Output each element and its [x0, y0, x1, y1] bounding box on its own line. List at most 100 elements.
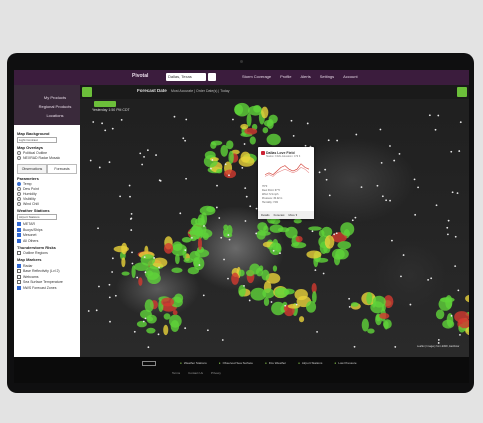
station-marker[interactable] [158, 266, 160, 269]
station-marker[interactable] [98, 285, 100, 288]
station-marker[interactable] [295, 303, 298, 306]
station-marker[interactable] [184, 249, 187, 252]
station-marker[interactable] [333, 233, 336, 236]
station-marker[interactable] [447, 219, 450, 222]
station-marker[interactable] [328, 194, 331, 197]
station-marker[interactable] [155, 154, 157, 156]
station-marker[interactable] [437, 342, 440, 344]
parameter-option[interactable]: Humidity [17, 192, 77, 196]
station-marker[interactable] [128, 184, 131, 187]
sidebar-item-my-products[interactable]: My Products [14, 95, 80, 100]
station-type-checkbox[interactable]: Mesonet [17, 233, 77, 237]
station-marker[interactable] [216, 184, 218, 187]
station-marker[interactable] [414, 213, 417, 216]
station-marker[interactable] [210, 167, 212, 170]
station-marker[interactable] [459, 333, 461, 336]
footer-terms-link[interactable]: Terms [172, 371, 180, 375]
station-marker[interactable] [435, 204, 438, 207]
station-marker[interactable] [179, 212, 182, 215]
popup-forecast-link[interactable]: Forecast [274, 213, 285, 217]
station-marker[interactable] [279, 252, 281, 255]
marker-checkbox[interactable]: Sea Surface Temperature [17, 280, 77, 284]
station-marker[interactable] [144, 271, 147, 274]
station-marker[interactable] [311, 230, 314, 233]
station-marker[interactable] [98, 166, 101, 169]
station-marker[interactable] [198, 264, 201, 266]
station-marker[interactable] [316, 331, 318, 333]
station-marker[interactable] [185, 118, 188, 121]
station-marker[interactable] [454, 235, 457, 238]
station-marker[interactable] [454, 265, 457, 268]
station-marker[interactable] [354, 216, 357, 219]
station-marker[interactable] [446, 233, 449, 236]
station-marker[interactable] [437, 339, 440, 341]
station-marker[interactable] [131, 251, 133, 254]
station-marker[interactable] [111, 257, 114, 260]
parameter-option[interactable]: Dew Point [17, 187, 77, 191]
station-marker[interactable] [139, 152, 142, 155]
station-marker[interactable] [272, 249, 275, 252]
marker-checkbox[interactable]: Base Reflectivity (Lvl 2) [17, 269, 77, 273]
station-marker[interactable] [360, 186, 363, 189]
station-marker[interactable] [434, 128, 437, 131]
station-marker[interactable] [324, 168, 327, 171]
station-marker[interactable] [355, 133, 358, 136]
nav-profile[interactable]: Profile [280, 74, 291, 79]
station-marker[interactable] [147, 346, 150, 349]
station-marker[interactable] [220, 236, 223, 239]
station-marker[interactable] [157, 333, 160, 336]
station-marker[interactable] [241, 167, 244, 169]
station-marker[interactable] [306, 122, 309, 125]
sidebar-item-locations[interactable]: Locations [14, 113, 80, 118]
parameter-option[interactable]: Visibility [17, 197, 77, 201]
overlay-option[interactable]: NEXRAD Radar Mosaic [17, 156, 77, 160]
station-marker[interactable] [114, 294, 117, 297]
station-marker[interactable] [206, 329, 209, 332]
location-search-input[interactable]: Dallas, Texas [166, 73, 206, 81]
station-marker[interactable] [284, 304, 287, 307]
popup-more-link[interactable]: More ▾ [288, 213, 297, 217]
station-marker[interactable] [143, 256, 146, 259]
station-marker[interactable] [215, 206, 218, 209]
station-marker[interactable] [394, 346, 397, 348]
map-background-select[interactable]: Light Contrast [17, 137, 57, 143]
station-marker[interactable] [184, 139, 187, 142]
station-marker[interactable] [95, 309, 98, 312]
station-marker[interactable] [270, 301, 273, 303]
station-marker[interactable] [446, 226, 449, 229]
station-marker[interactable] [203, 225, 205, 227]
station-marker[interactable] [457, 289, 460, 292]
station-marker[interactable] [104, 129, 107, 132]
station-marker[interactable] [182, 137, 185, 140]
marker-checkbox[interactable]: NWS Forecast Zones [17, 285, 77, 290]
station-marker[interactable] [450, 150, 453, 153]
station-marker[interactable] [131, 262, 134, 265]
station-marker[interactable] [136, 276, 139, 279]
station-marker[interactable] [130, 229, 133, 231]
station-marker[interactable] [111, 271, 114, 273]
legend-select[interactable] [142, 361, 156, 366]
station-marker[interactable] [191, 236, 193, 239]
thunderstorm-checkbox[interactable]: Outline Regions [17, 251, 77, 255]
parameter-option[interactable]: Temp [17, 182, 77, 186]
station-marker[interactable] [228, 174, 230, 177]
nav-settings[interactable]: Settings [320, 74, 334, 79]
popup-details-link[interactable]: Details [261, 213, 270, 217]
marker-checkbox[interactable]: Radar [17, 263, 77, 268]
station-marker[interactable] [173, 115, 176, 118]
station-marker[interactable] [108, 296, 111, 299]
stations-select[interactable]: Airport Stations [17, 214, 57, 220]
station-marker[interactable] [202, 294, 205, 297]
station-marker[interactable] [87, 310, 90, 312]
station-marker[interactable] [456, 192, 459, 195]
station-marker[interactable] [146, 149, 149, 152]
nav-alerts[interactable]: Alerts [300, 74, 310, 79]
station-marker[interactable] [437, 114, 440, 117]
station-marker[interactable] [130, 212, 133, 215]
station-marker[interactable] [381, 195, 384, 198]
station-marker[interactable] [243, 143, 246, 145]
station-marker[interactable] [245, 195, 248, 198]
station-marker[interactable] [218, 217, 221, 219]
station-marker[interactable] [184, 327, 187, 330]
station-marker[interactable] [111, 127, 114, 130]
